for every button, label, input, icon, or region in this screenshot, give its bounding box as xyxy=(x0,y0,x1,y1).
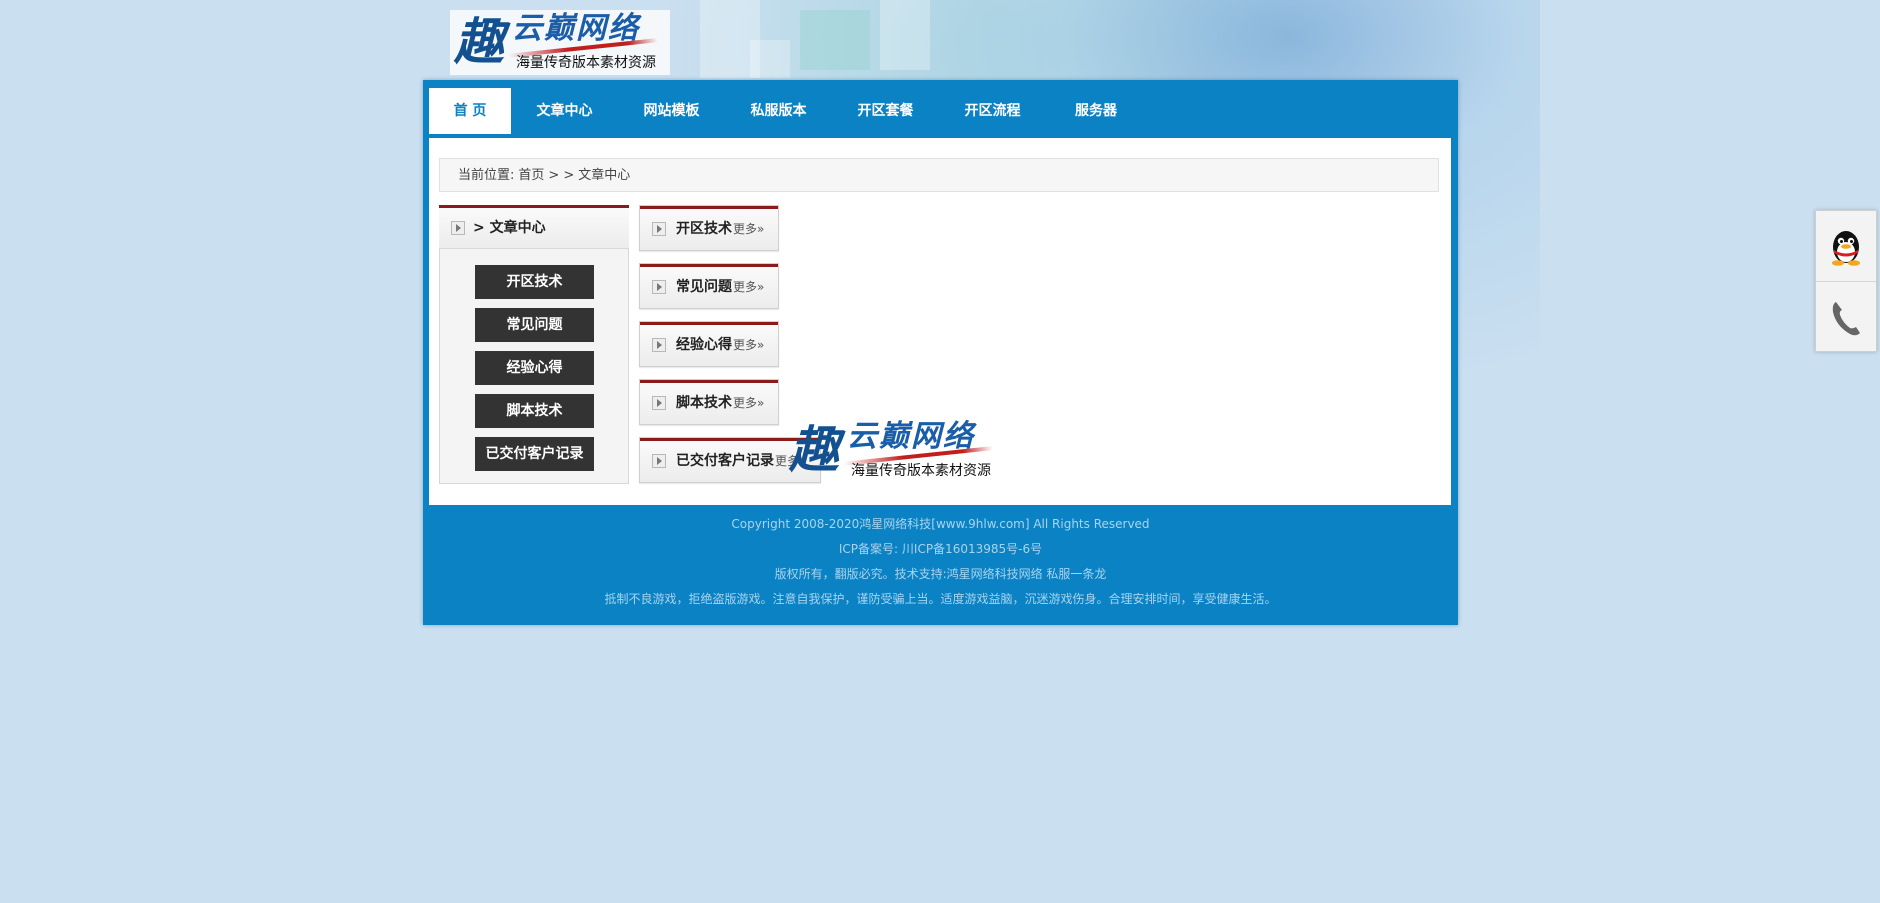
breadcrumb-prefix: 当前位置: xyxy=(458,168,515,183)
content-logo-image: 趣 云巅网络 海量传奇版本素材资源 xyxy=(785,418,1010,488)
category-header[interactable]: 常见问题更多» xyxy=(640,264,778,308)
qq-penguin-icon xyxy=(1832,231,1860,266)
breadcrumb-sep: > xyxy=(548,168,560,183)
logo-brush-char: 趣 xyxy=(789,420,839,479)
sidebar-button-experience[interactable]: 经验心得 xyxy=(475,351,594,385)
category-title[interactable]: 经验心得 xyxy=(676,337,732,353)
more-link[interactable]: 更多» xyxy=(733,280,764,294)
sidebar-button-delivered-records[interactable]: 已交付客户记录 xyxy=(475,437,594,471)
category-box: 经验心得更多» xyxy=(639,321,779,367)
more-link[interactable]: 更多» xyxy=(733,222,764,236)
category-title[interactable]: 脚本技术 xyxy=(676,395,732,411)
sidebar-button-faq[interactable]: 常见问题 xyxy=(475,308,594,342)
footer-rights: 版权所有，翻版必究。技术支持:鸿星网络科技网络 私服一条龙 xyxy=(774,567,1107,581)
nav-item-templates[interactable]: 网站模板 xyxy=(618,88,725,134)
category-title[interactable]: 已交付客户记录 xyxy=(676,453,774,469)
arrow-right-icon xyxy=(652,222,666,236)
background-tiles xyxy=(690,0,990,80)
category-box: 开区技术更多» xyxy=(639,205,779,251)
sidebar-button-launch-tech[interactable]: 开区技术 xyxy=(475,265,594,299)
breadcrumb-home[interactable]: 首页 xyxy=(518,168,544,183)
phone-contact-button[interactable] xyxy=(1816,281,1876,352)
sidebar-header: > 文章中心 xyxy=(439,205,629,249)
site-logo[interactable]: 趣 云巅网络 海量传奇版本素材资源 xyxy=(450,10,670,75)
category-header[interactable]: 脚本技术更多» xyxy=(640,380,778,424)
nav-item-servers[interactable]: 服务器 xyxy=(1046,88,1146,134)
content-area: 当前位置: 首页 > > 文章中心 > 文章中心 开区技术 常见问题 经验心得 脚本技术… xyxy=(429,138,1451,505)
more-link[interactable]: 更多» xyxy=(733,338,764,352)
category-header[interactable]: 开区技术更多» xyxy=(640,206,778,250)
footer: Copyright 2008-2020鸿星网络科技[www.9hlw.com] … xyxy=(423,512,1458,612)
category-box: 脚本技术更多» xyxy=(639,379,779,425)
main-frame: 首 页 文章中心 网站模板 私服版本 开区套餐 开区流程 服务器 当前位置: 首页… xyxy=(423,80,1458,625)
qq-contact-button[interactable] xyxy=(1816,211,1876,281)
nav-item-process[interactable]: 开区流程 xyxy=(939,88,1046,134)
breadcrumb-sep: > xyxy=(563,168,575,183)
nav-item-packages[interactable]: 开区套餐 xyxy=(832,88,939,134)
footer-health-notice: 抵制不良游戏，拒绝盗版游戏。注意自我保护，谨防受骗上当。适度游戏益脑，沉迷游戏伤… xyxy=(604,592,1277,606)
category-title[interactable]: 开区技术 xyxy=(676,221,732,237)
footer-copyright: Copyright 2008-2020鸿星网络科技[www.9hlw.com] … xyxy=(731,517,1150,531)
logo-brush-char: 趣 xyxy=(454,12,504,71)
main-nav: 首 页 文章中心 网站模板 私服版本 开区套餐 开区流程 服务器 xyxy=(429,88,1449,134)
arrow-right-icon xyxy=(451,221,465,235)
arrow-right-icon xyxy=(652,280,666,294)
floating-contact-panel xyxy=(1815,210,1877,352)
sidebar-button-script-tech[interactable]: 脚本技术 xyxy=(475,394,594,428)
footer-icp[interactable]: ICP备案号: 川ICP备16013985号-6号 xyxy=(423,537,1458,562)
arrow-right-icon xyxy=(652,396,666,410)
phone-icon xyxy=(1832,302,1860,336)
breadcrumb-current[interactable]: 文章中心 xyxy=(578,168,630,183)
breadcrumb: 当前位置: 首页 > > 文章中心 xyxy=(439,158,1439,192)
sidebar: > 文章中心 开区技术 常见问题 经验心得 脚本技术 已交付客户记录 xyxy=(439,205,629,484)
nav-item-articles[interactable]: 文章中心 xyxy=(511,88,618,134)
category-header[interactable]: 经验心得更多» xyxy=(640,322,778,366)
more-link[interactable]: 更多» xyxy=(733,396,764,410)
nav-item-versions[interactable]: 私服版本 xyxy=(725,88,832,134)
arrow-right-icon xyxy=(652,338,666,352)
logo-sub-text: 海量传奇版本素材资源 xyxy=(516,55,656,71)
logo-sub-text: 海量传奇版本素材资源 xyxy=(851,463,991,479)
category-box: 常见问题更多» xyxy=(639,263,779,309)
category-title[interactable]: 常见问题 xyxy=(676,279,732,295)
arrow-right-icon xyxy=(652,454,666,468)
nav-item-home[interactable]: 首 页 xyxy=(429,88,511,134)
sidebar-title: > 文章中心 xyxy=(473,220,546,236)
